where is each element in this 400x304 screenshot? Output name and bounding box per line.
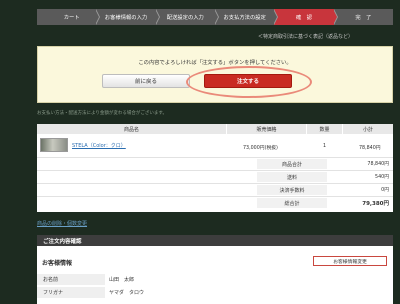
customer-info-edit-button[interactable]: お客様情報変更 xyxy=(313,256,387,266)
field-label-kana: フリガナ xyxy=(37,287,105,298)
cart-table: 商品名 販売価格 数量 小計 STELA（Color：クロ） 73,000円(税… xyxy=(37,124,393,212)
summary-label-fee: 決済手数料 xyxy=(257,184,327,195)
step-complete: 完 了 xyxy=(355,15,372,21)
item-price: 73,000円(税抜) xyxy=(243,146,278,151)
item-subtotal: 78,840円 xyxy=(359,146,381,151)
step-payment: お支払方法の設定 xyxy=(215,9,279,25)
summary-label-total: 総合計 xyxy=(257,197,327,208)
summary-value-fee: 0円 xyxy=(381,188,389,193)
summary-value-total: 79,380円 xyxy=(362,200,389,207)
summary-label-goods: 商品合計 xyxy=(257,158,327,169)
step-cart: カート xyxy=(37,9,101,25)
product-name-link[interactable]: STELA（Color：クロ） xyxy=(72,142,126,149)
order-details-panel: ご注文内容確認 お客様情報 お客様情報変更 お名前 山田 太郎 フリガナ ヤマダ… xyxy=(37,235,393,304)
confirm-panel: この内容でよろしければ「注文する」ボタンを押してください。 前に戻る 注文する xyxy=(37,46,393,103)
edit-cart-link[interactable]: 商品の削除・個数変更 xyxy=(37,220,87,227)
col-header-qty: 数量 xyxy=(307,124,343,134)
price-note: お支払い方法・配送方法により金額が変わる場合がございます。 xyxy=(37,111,167,116)
step-delivery: 配送設定の入力 xyxy=(156,9,219,25)
col-header-product: 商品名 xyxy=(37,124,227,134)
summary-value-goods: 78,840円 xyxy=(367,162,389,167)
order-details-header: ご注文内容確認 xyxy=(37,235,393,246)
highlight-circle xyxy=(186,66,312,98)
field-label-name: お名前 xyxy=(37,274,105,285)
product-thumbnail[interactable] xyxy=(40,138,68,152)
summary-value-shipping: 540円 xyxy=(375,175,389,180)
step-customer-info: お客様情報の入力 xyxy=(96,9,160,25)
summary-label-shipping: 送料 xyxy=(257,171,327,182)
confirm-message: この内容でよろしければ「注文する」ボタンを押してください。 xyxy=(138,60,292,66)
field-value-name: 山田 太郎 xyxy=(109,277,135,283)
commerce-law-link[interactable]: ＜特定商取引法に基づく表記（返品など） xyxy=(258,33,353,40)
item-quantity: 1 xyxy=(323,144,327,149)
back-button[interactable]: 前に戻る xyxy=(102,74,190,88)
col-header-subtotal: 小計 xyxy=(343,124,393,134)
field-value-kana: ヤマダ タロウ xyxy=(109,290,145,296)
col-header-price: 販売価格 xyxy=(227,124,307,134)
step-confirm: 確 認 xyxy=(274,9,338,25)
customer-info-title: お客様情報 xyxy=(42,260,73,267)
checkout-steps: カート お客様情報の入力 配送設定の入力 お支払方法の設定 確 認 完 了 xyxy=(37,9,393,25)
